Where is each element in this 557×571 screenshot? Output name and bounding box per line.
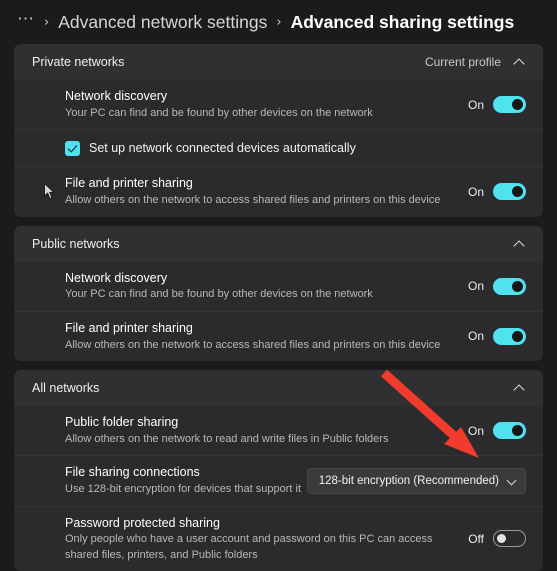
- chevron-down-icon: [507, 476, 517, 486]
- network-discovery-public-toggle[interactable]: [493, 277, 526, 295]
- row-description: Your PC can find and be found by other d…: [65, 288, 373, 301]
- toggle-state-label: Off: [468, 531, 484, 546]
- toggle-knob: [512, 99, 523, 111]
- row-title: Network discovery: [65, 89, 168, 103]
- row-network-discovery: Network discovery Your PC can find and b…: [14, 80, 543, 129]
- row-file-and-printer-sharing-public: File and printer sharing Allow others on…: [14, 310, 543, 361]
- row-file-sharing-connections: File sharing connections Use 128-bit enc…: [14, 455, 543, 505]
- breadcrumb-link-advanced-network-settings[interactable]: Advanced network settings: [58, 12, 267, 33]
- toggle-state-label: On: [467, 329, 484, 344]
- toggle-state-label: On: [467, 423, 484, 438]
- breadcrumb-separator-1: ›: [44, 14, 50, 30]
- row-set-up-network-connected-devices[interactable]: Set up network connected devices automat…: [14, 129, 543, 166]
- row-network-discovery-public: Network discovery Your PC can find and b…: [14, 262, 543, 311]
- current-profile-badge: Current profile: [424, 55, 501, 69]
- toggle-state-label: On: [467, 97, 484, 112]
- set-up-network-connected-devices-checkbox[interactable]: [65, 140, 80, 156]
- group-header-all-networks[interactable]: All networks: [14, 370, 543, 407]
- row-public-folder-sharing: Public folder sharing Allow others on th…: [14, 406, 543, 455]
- row-title: Network discovery: [65, 270, 168, 285]
- breadcrumb-separator-2: ›: [276, 14, 282, 30]
- dropdown-value: 128-bit encryption (Recommended): [318, 474, 499, 487]
- card-private-networks: Private networks Current profile Network…: [14, 44, 543, 217]
- chevron-up-icon[interactable]: [514, 382, 526, 394]
- network-discovery-toggle[interactable]: [493, 96, 526, 114]
- toggle-knob: [512, 425, 523, 437]
- row-title: Public folder sharing: [65, 415, 179, 430]
- group-header-private-networks[interactable]: Private networks Current profile: [14, 44, 543, 80]
- file-and-printer-sharing-toggle[interactable]: [493, 183, 526, 201]
- file-sharing-connections-dropdown[interactable]: 128-bit encryption (Recommended): [306, 467, 526, 494]
- toggle-knob: [512, 186, 523, 198]
- chevron-up-icon[interactable]: [514, 56, 526, 68]
- ellipsis-icon[interactable]: ⋯: [17, 10, 35, 27]
- row-title: File sharing connections: [65, 465, 200, 480]
- row-description: Allow others on the network to access sh…: [65, 338, 441, 351]
- row-description: Allow others on the network to read and …: [65, 432, 389, 445]
- toggle-state-label: On: [467, 279, 484, 294]
- chevron-up-icon[interactable]: [514, 238, 526, 250]
- row-description: Your PC can find and be found by other d…: [65, 106, 373, 119]
- card-public-networks: Public networks Network discovery Your P…: [14, 225, 543, 362]
- row-description: Only people who have a user account and …: [65, 533, 433, 561]
- toggle-knob: [512, 330, 523, 342]
- row-description: Use 128-bit encryption for devices that …: [65, 483, 302, 496]
- row-title: File and printer sharing: [65, 320, 193, 335]
- row-file-and-printer-sharing: File and printer sharing Allow others on…: [14, 166, 543, 216]
- toggle-knob: [512, 280, 523, 292]
- row-title: File and printer sharing: [65, 176, 193, 191]
- file-and-printer-sharing-public-toggle[interactable]: [493, 327, 526, 345]
- group-title: Private networks: [32, 55, 125, 69]
- breadcrumb-current-advanced-sharing-settings: Advanced sharing settings: [290, 11, 515, 32]
- checkbox-label: Set up network connected devices automat…: [89, 141, 356, 156]
- row-password-protected-sharing: Password protected sharing Only people w…: [14, 505, 543, 571]
- password-protected-sharing-toggle[interactable]: [493, 530, 526, 548]
- breadcrumb: ⋯ › Advanced network settings › Advanced…: [0, 0, 557, 44]
- card-all-networks: All networks Public folder sharing Allow…: [14, 370, 543, 571]
- group-title: All networks: [32, 381, 100, 396]
- toggle-knob: [497, 534, 506, 544]
- group-title: Public networks: [32, 236, 120, 251]
- group-header-public-networks[interactable]: Public networks: [14, 225, 543, 262]
- public-folder-sharing-toggle[interactable]: [493, 422, 526, 440]
- row-description: Allow others on the network to access sh…: [65, 194, 441, 207]
- toggle-state-label: On: [467, 184, 484, 199]
- row-title: Password protected sharing: [65, 515, 220, 530]
